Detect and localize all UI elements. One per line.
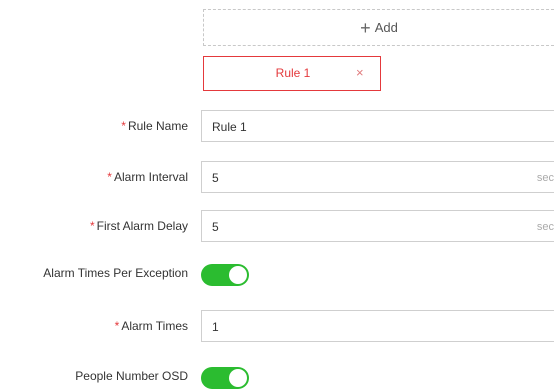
- alarm-interval-row: * Alarm Interval 5 sec: [0, 161, 554, 193]
- rule-name-input[interactable]: Rule 1: [201, 110, 554, 142]
- rule-name-label: * Rule Name: [121, 119, 188, 133]
- toggle-knob: [229, 266, 247, 284]
- alarm-interval-input[interactable]: 5 sec: [201, 161, 554, 193]
- rule-config-panel: + Add Rule 1 × * Rule Name Rule 1 * Alarm …: [0, 0, 554, 392]
- add-rule-label: Add: [374, 20, 398, 35]
- first-alarm-delay-unit: sec: [536, 221, 554, 233]
- toggle-knob: [229, 369, 247, 387]
- required-marker: *: [114, 319, 120, 333]
- required-marker: *: [107, 170, 112, 184]
- rule-tab-1[interactable]: Rule 1 ×: [203, 56, 381, 91]
- people-number-osd-row: People Number OSD: [0, 360, 554, 392]
- alarm-times-per-exception-toggle[interactable]: [201, 264, 249, 286]
- alarm-interval-value: 5: [212, 171, 219, 185]
- people-number-osd-label: People Number OSD: [75, 369, 188, 383]
- first-alarm-delay-label: * First Alarm Delay: [89, 219, 188, 233]
- alarm-interval-unit: sec: [536, 172, 554, 184]
- required-marker: *: [121, 119, 126, 133]
- alarm-times-per-exception-row: Alarm Times Per Exception: [0, 257, 554, 289]
- first-alarm-delay-input[interactable]: 5 sec: [201, 210, 554, 242]
- people-number-osd-toggle[interactable]: [201, 367, 249, 389]
- required-marker: *: [89, 219, 95, 233]
- first-alarm-delay-value: 5: [212, 220, 219, 234]
- close-icon[interactable]: ×: [356, 65, 364, 80]
- add-rule-button[interactable]: + Add: [203, 9, 554, 46]
- rule-name-value: Rule 1: [212, 120, 247, 134]
- alarm-times-label: * Alarm Times: [114, 319, 188, 333]
- alarm-times-per-exception-label: Alarm Times Per Exception: [43, 266, 188, 280]
- alarm-times-input[interactable]: 1: [201, 310, 554, 342]
- alarm-times-value: 1: [212, 320, 219, 334]
- rule-name-row: * Rule Name Rule 1: [0, 110, 554, 142]
- first-alarm-delay-row: * First Alarm Delay 5 sec: [0, 210, 554, 242]
- alarm-times-row: * Alarm Times 1: [0, 310, 554, 342]
- plus-icon: +: [360, 17, 371, 38]
- alarm-interval-label: * Alarm Interval: [107, 170, 188, 184]
